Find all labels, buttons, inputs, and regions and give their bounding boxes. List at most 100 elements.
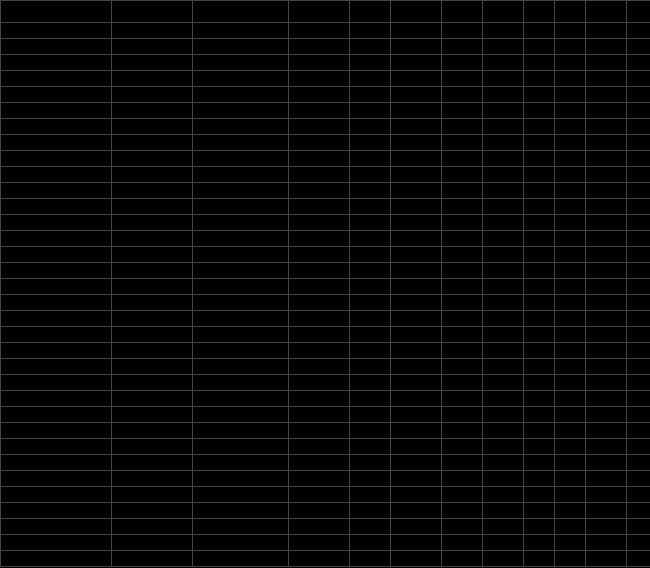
grid-cell[interactable] [289,119,350,135]
grid-cell[interactable] [483,311,524,327]
grid-cell[interactable] [193,343,289,359]
grid-cell[interactable] [112,247,193,263]
grid-cell[interactable] [524,119,555,135]
grid-cell[interactable] [112,503,193,519]
grid-cell[interactable] [586,327,627,343]
grid-cell[interactable] [350,423,391,439]
grid-cell[interactable] [483,423,524,439]
grid-cell[interactable] [391,455,442,471]
grid-cell[interactable] [289,167,350,183]
grid-cell[interactable] [627,327,650,343]
grid-cell[interactable] [289,135,350,151]
grid-cell[interactable] [350,343,391,359]
grid-cell[interactable] [350,183,391,199]
grid-cell[interactable] [442,455,483,471]
grid-cell[interactable] [483,103,524,119]
grid-cell[interactable] [391,263,442,279]
grid-cell[interactable] [1,471,112,487]
grid-cell[interactable] [524,231,555,247]
grid-cell[interactable] [350,247,391,263]
grid-cell[interactable] [193,359,289,375]
grid-cell[interactable] [112,1,193,23]
grid-cell[interactable] [483,215,524,231]
grid-cell[interactable] [555,535,586,551]
grid-cell[interactable] [289,455,350,471]
grid-cell[interactable] [112,135,193,151]
grid-cell[interactable] [586,295,627,311]
grid-cell[interactable] [555,23,586,39]
grid-cell[interactable] [391,343,442,359]
grid-cell[interactable] [112,407,193,423]
grid-cell[interactable] [586,519,627,535]
grid-cell[interactable] [391,151,442,167]
grid-cell[interactable] [627,519,650,535]
grid-cell[interactable] [112,359,193,375]
grid-cell[interactable] [483,247,524,263]
grid-cell[interactable] [1,1,112,23]
grid-cell[interactable] [627,391,650,407]
grid-cell[interactable] [391,199,442,215]
grid-cell[interactable] [112,119,193,135]
grid-cell[interactable] [112,423,193,439]
grid-cell[interactable] [627,503,650,519]
grid-cell[interactable] [193,1,289,23]
grid-cell[interactable] [1,247,112,263]
grid-cell[interactable] [586,535,627,551]
grid-cell[interactable] [1,167,112,183]
grid-cell[interactable] [442,23,483,39]
grid-cell[interactable] [289,55,350,71]
grid-cell[interactable] [350,503,391,519]
grid-cell[interactable] [112,343,193,359]
grid-cell[interactable] [483,439,524,455]
grid-cell[interactable] [524,103,555,119]
grid-cell[interactable] [627,359,650,375]
grid-cell[interactable] [524,279,555,295]
grid-cell[interactable] [555,295,586,311]
grid-cell[interactable] [112,455,193,471]
grid-cell[interactable] [555,343,586,359]
grid-cell[interactable] [442,71,483,87]
grid-cell[interactable] [524,39,555,55]
grid-cell[interactable] [1,311,112,327]
grid-cell[interactable] [586,279,627,295]
grid-cell[interactable] [555,167,586,183]
grid-cell[interactable] [1,503,112,519]
grid-cell[interactable] [350,327,391,343]
grid-cell[interactable] [193,167,289,183]
grid-cell[interactable] [289,295,350,311]
grid-cell[interactable] [524,535,555,551]
grid-cell[interactable] [391,231,442,247]
grid-cell[interactable] [289,471,350,487]
grid-cell[interactable] [524,487,555,503]
grid-cell[interactable] [1,151,112,167]
grid-cell[interactable] [1,263,112,279]
grid-cell[interactable] [193,119,289,135]
grid-cell[interactable] [193,519,289,535]
grid-cell[interactable] [442,55,483,71]
grid-cell[interactable] [1,343,112,359]
grid-cell[interactable] [524,391,555,407]
grid-cell[interactable] [391,215,442,231]
grid-cell[interactable] [627,87,650,103]
grid-cell[interactable] [627,215,650,231]
grid-cell[interactable] [627,231,650,247]
grid-cell[interactable] [350,359,391,375]
grid-cell[interactable] [289,87,350,103]
grid-cell[interactable] [524,167,555,183]
grid-cell[interactable] [555,103,586,119]
grid-cell[interactable] [442,535,483,551]
grid-cell[interactable] [483,407,524,423]
grid-cell[interactable] [350,279,391,295]
grid-cell[interactable] [391,55,442,71]
grid-cell[interactable] [483,87,524,103]
grid-cell[interactable] [289,199,350,215]
grid-cell[interactable] [1,71,112,87]
grid-cell[interactable] [586,503,627,519]
grid-cell[interactable] [193,535,289,551]
grid-cell[interactable] [483,167,524,183]
grid-cell[interactable] [586,167,627,183]
grid-cell[interactable] [112,23,193,39]
grid-cell[interactable] [483,375,524,391]
grid-cell[interactable] [1,519,112,535]
grid-cell[interactable] [391,247,442,263]
